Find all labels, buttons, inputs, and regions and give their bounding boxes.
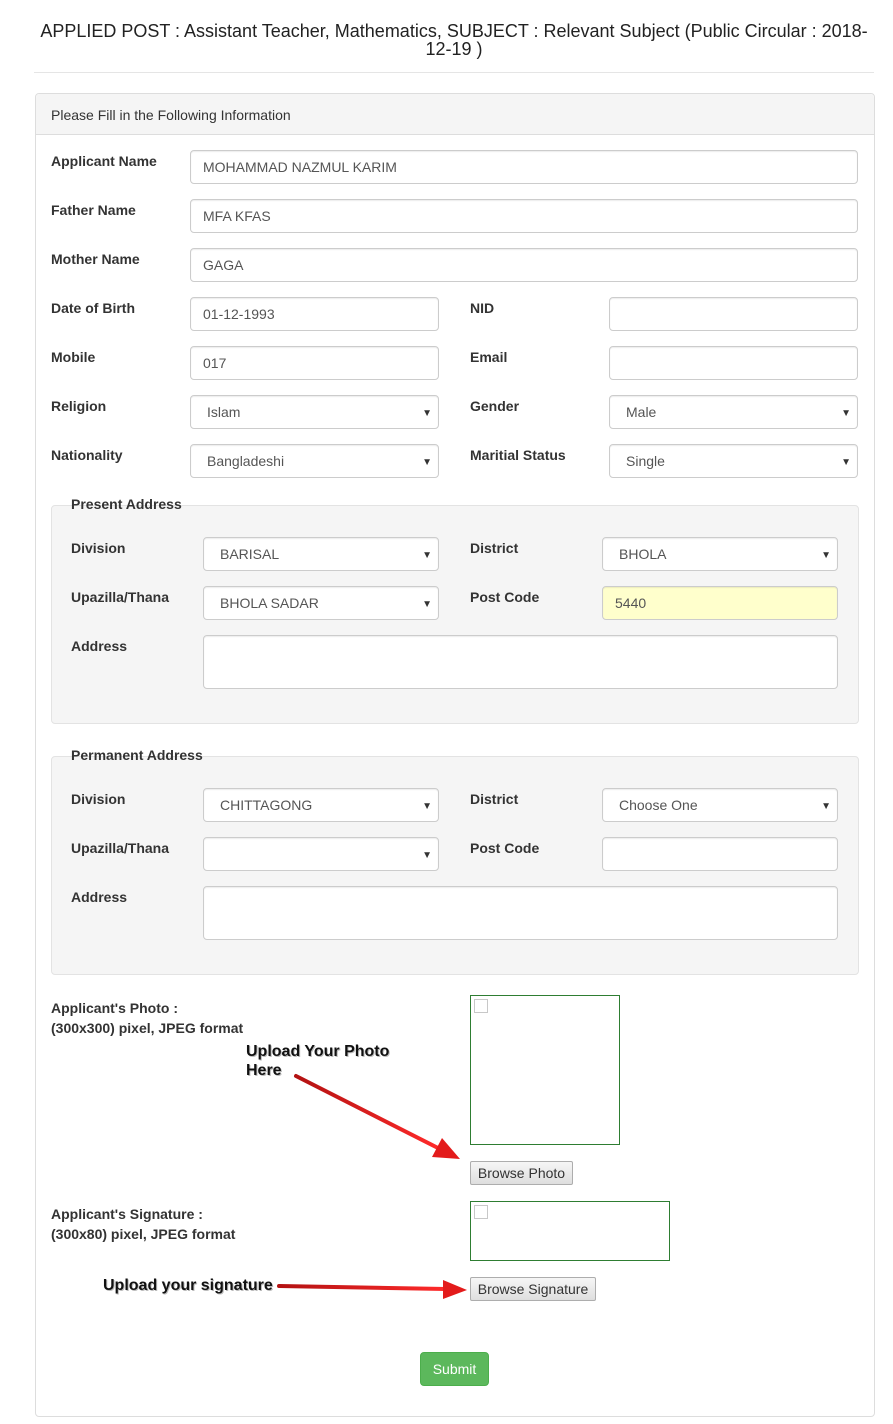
annotation-arrows	[277, 1074, 467, 1299]
photo-arrow	[294, 1074, 460, 1159]
submit-button[interactable]: Submit	[420, 1352, 489, 1386]
signature-arrow	[277, 1280, 467, 1299]
